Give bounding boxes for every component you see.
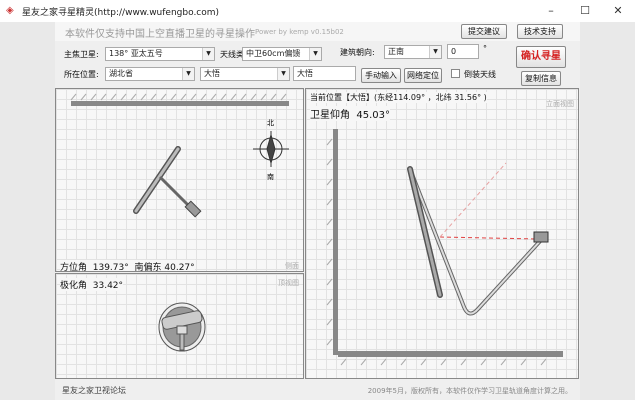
compass-north: 北	[267, 119, 274, 127]
offset-value: 40.27°	[164, 263, 195, 272]
satellite-value: 138° 亚太五号	[109, 49, 163, 58]
province-select[interactable]: 湖北省 ▼	[105, 67, 195, 81]
facing-label: 建筑朝向:	[340, 48, 375, 57]
province-value: 湖北省	[109, 69, 133, 78]
manual-input-button[interactable]: 手动输入	[361, 68, 401, 83]
support-button[interactable]: 技术支持	[517, 24, 563, 39]
chevron-down-icon: ▼	[202, 48, 214, 60]
city-input[interactable]: 大悟	[293, 66, 356, 81]
city-value: 大悟	[204, 69, 220, 78]
facing-value: 正南	[388, 47, 404, 56]
antenna-value: 中卫60cm偏馈	[246, 49, 301, 58]
offset-label: 南偏东	[134, 263, 162, 272]
forum-link[interactable]: 星友之家卫视论坛	[62, 385, 126, 396]
close-button[interactable]: ✕	[601, 0, 635, 22]
inverted-antenna-label: 倒装天线	[464, 70, 496, 79]
maximize-button[interactable]: ☐	[568, 0, 602, 22]
suggest-button[interactable]: 提交建议	[461, 24, 507, 39]
minimize-button[interactable]: –	[534, 0, 568, 22]
azimuth-readout: 方位角 139.73° 南偏东 40.27°	[60, 260, 195, 272]
compass-icon	[253, 131, 289, 167]
network-locate-button[interactable]: 网络定位	[404, 68, 442, 83]
top-view-drawing	[158, 302, 206, 352]
elevation-view-panel: 当前位置【大悟】(东经114.09° ，北纬 31.56° ) 卫星仰角 45.…	[305, 88, 579, 379]
side-view-drawing: 北 南	[70, 93, 289, 218]
elevation-view-drawing	[326, 129, 563, 366]
title-bar: ◈ 星友之家寻星精灵(http://www.wufengbo.com) – ☐ …	[0, 0, 635, 22]
side-view-tag: 侧面	[285, 262, 299, 270]
confirm-search-button[interactable]: 确认寻星	[516, 46, 566, 68]
degree-unit: °	[483, 44, 487, 53]
chevron-down-icon: ▼	[182, 68, 194, 80]
facing-degree-input[interactable]: 0	[447, 44, 479, 59]
city-select[interactable]: 大悟 ▼	[200, 67, 290, 81]
chevron-down-icon: ▼	[277, 68, 289, 80]
chevron-down-icon: ▼	[429, 46, 441, 58]
window-title: 星友之家寻星精灵(http://www.wufengbo.com)	[22, 7, 220, 18]
satellite-label: 主焦卫星:	[64, 50, 99, 59]
azimuth-label: 方位角	[60, 263, 88, 272]
app-icon: ◈	[6, 5, 14, 16]
slogan: 本软件仅支持中国上空直播卫星的寻星操作	[65, 29, 255, 40]
version-text: Power by kemp v0.15b02	[255, 28, 344, 36]
compass-south: 南	[267, 172, 274, 181]
side-view-panel: 北 南 方位角 139.73° 南偏东 40.27° 侧面	[55, 88, 304, 272]
inverted-antenna-checkbox[interactable]	[451, 69, 460, 78]
antenna-select[interactable]: 中卫60cm偏馈 ▼	[242, 47, 322, 61]
app-body: 本软件仅支持中国上空直播卫星的寻星操作 Power by kemp v0.15b…	[55, 22, 580, 400]
azimuth-value: 139.73°	[92, 263, 129, 272]
facing-select[interactable]: 正南 ▼	[384, 45, 442, 59]
location-label: 所在位置:	[64, 70, 99, 79]
chevron-down-icon: ▼	[309, 48, 321, 60]
copy-info-button[interactable]: 复制信息	[521, 71, 561, 86]
copyright-text: 2009年5月，版权所有，本软件仅作学习卫星轨道角度计算之用。	[367, 387, 572, 395]
satellite-select[interactable]: 138° 亚太五号 ▼	[105, 47, 215, 61]
top-view-panel: 极化角 33.42° 顶视图	[55, 273, 304, 379]
